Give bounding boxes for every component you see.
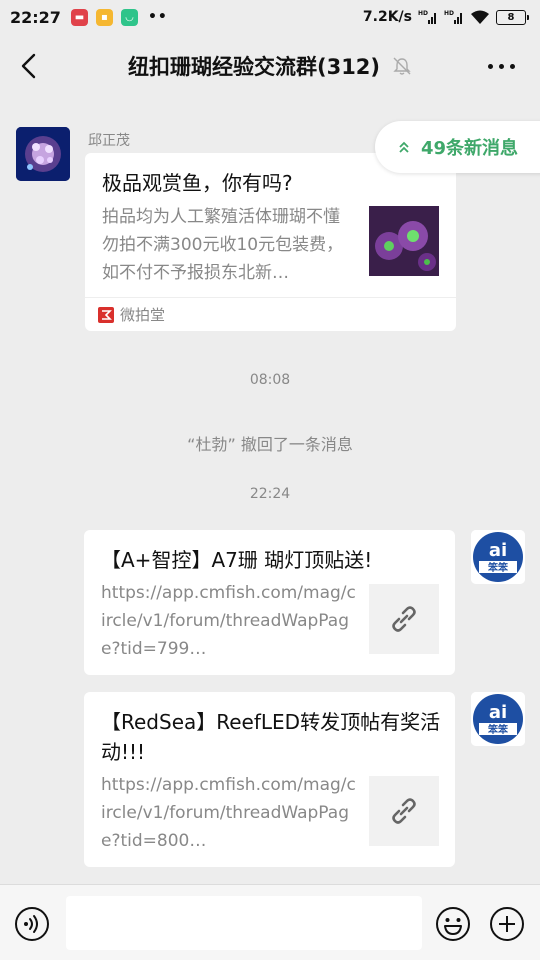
signal-icon-1: HD xyxy=(418,10,436,24)
share-card-2[interactable]: 【A+智控】A7珊 瑚灯顶贴送! https://app.cmfish.com/… xyxy=(84,530,455,675)
more-options-button[interactable] xyxy=(488,56,518,76)
wifi-icon xyxy=(471,10,489,24)
double-chevron-up-icon xyxy=(399,141,409,153)
emoji-icon[interactable] xyxy=(435,906,471,942)
share-card-3[interactable]: 【RedSea】ReefLED转发顶帖有奖活动!!! https://app.c… xyxy=(84,692,455,867)
sender-avatar[interactable] xyxy=(16,127,70,181)
battery-level: 8 xyxy=(507,11,515,23)
plus-icon[interactable] xyxy=(489,906,525,942)
message-timestamp: 08:08 xyxy=(249,372,291,388)
card-url: https://app.cmfish.com/mag/circle/v1/for… xyxy=(101,775,356,851)
card-title: 【RedSea】ReefLED转发顶帖有奖活动!!! xyxy=(101,710,441,764)
recall-notice: “杜勃” 撤回了一条消息 xyxy=(187,435,353,454)
svg-text:笨笨: 笨笨 xyxy=(488,723,509,736)
self-avatar[interactable]: ai 笨笨 xyxy=(471,530,525,584)
svg-text:HD: HD xyxy=(444,10,454,17)
share-card-1[interactable]: 极品观赏鱼，你有吗? 拍品均为人工繁殖活体珊瑚不懂勿拍不满300元收10元包装费… xyxy=(85,153,456,331)
back-arrow-icon[interactable] xyxy=(14,50,46,82)
battery-icon: 8 xyxy=(496,9,529,25)
new-messages-label: 49条新消息 xyxy=(421,138,519,159)
dot-icon xyxy=(510,63,515,69)
sender-name: 邱正茂 xyxy=(88,133,130,149)
message-timestamp: 22:24 xyxy=(249,486,291,502)
input-bar xyxy=(0,884,540,960)
card-source-label: 微拍堂 xyxy=(120,306,166,324)
network-speed: 7.2K/s xyxy=(362,9,412,25)
svg-text:HD: HD xyxy=(418,10,428,17)
coral-photo-icon xyxy=(16,127,70,181)
status-time: 22:27 xyxy=(10,7,61,27)
svg-text:笨笨: 笨笨 xyxy=(488,561,509,574)
mute-bell-icon xyxy=(393,57,411,75)
coral-thumbnail-icon xyxy=(369,206,439,276)
card-description: 拍品均为人工繁殖活体珊瑚不懂勿拍不满300元收10元包装费，如不付不予报损东北新… xyxy=(102,207,344,283)
weipaitang-logo-icon xyxy=(98,306,114,323)
message-input[interactable] xyxy=(66,896,422,950)
card-divider xyxy=(85,297,456,298)
link-icon xyxy=(392,798,416,824)
link-icon xyxy=(392,606,416,632)
dot-icon xyxy=(488,63,493,69)
voice-input-icon[interactable] xyxy=(14,906,50,942)
group-title: 纽扣珊瑚经验交流群(312) xyxy=(127,55,381,79)
more-notifications-icon: •• xyxy=(147,9,168,25)
link-thumbnail xyxy=(369,584,439,654)
status-bar: 22:27 ▬ ▪ ◡ •• 7.2K/s HD HD 8 xyxy=(0,0,540,34)
new-messages-button[interactable]: 49条新消息 xyxy=(375,121,540,173)
chat-notification-icon: ▪ xyxy=(95,8,113,26)
ai-logo-icon: ai 笨笨 xyxy=(471,692,525,746)
card-title: 【A+智控】A7珊 瑚灯顶贴送! xyxy=(101,548,373,572)
svg-text:ai: ai xyxy=(489,540,507,561)
link-thumbnail xyxy=(369,776,439,846)
card-url: https://app.cmfish.com/mag/circle/v1/for… xyxy=(101,583,356,659)
signal-icon-2: HD xyxy=(444,10,462,24)
self-avatar[interactable]: ai 笨笨 xyxy=(471,692,525,746)
card-title: 极品观赏鱼，你有吗? xyxy=(102,171,293,195)
card-source: 微拍堂 xyxy=(98,304,165,325)
app-notification-icon: ▬ xyxy=(70,8,88,26)
ai-logo-icon: ai 笨笨 xyxy=(471,530,525,584)
dot-icon xyxy=(499,63,504,69)
card-thumbnail xyxy=(369,206,439,276)
svg-text:ai: ai xyxy=(489,702,507,723)
shield-notification-icon: ◡ xyxy=(120,8,138,26)
chat-header: 纽扣珊瑚经验交流群(312) xyxy=(0,34,540,98)
